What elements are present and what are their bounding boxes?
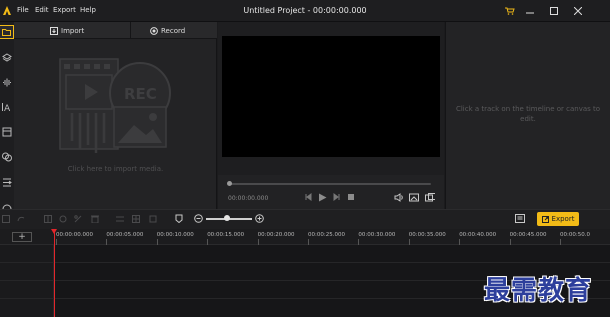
preview-canvas[interactable] [222, 36, 440, 157]
ruler-tick-label: 00:00:45.000 [509, 232, 547, 238]
snapshot-icon[interactable] [409, 192, 419, 202]
tab-divider [130, 22, 131, 39]
adjust-icon[interactable] [115, 213, 125, 224]
element-icon[interactable] [0, 175, 14, 189]
record-icon [150, 26, 158, 35]
import-icon [50, 26, 58, 35]
tab-import-label: Import [61, 26, 85, 35]
prev-frame-icon[interactable] [303, 192, 313, 202]
left-toolbar: A [0, 22, 14, 209]
speed-icon[interactable] [73, 213, 83, 224]
current-timecode: 00:00:00.000 [228, 195, 269, 202]
transition-icon[interactable] [0, 125, 14, 139]
import-placeholder-illustration[interactable]: REC [58, 57, 178, 157]
tab-record-label: Record [161, 26, 186, 35]
ruler-tick-label: 00:00:25.000 [308, 232, 345, 238]
watermark-text: 最需教育 [484, 276, 593, 306]
ruler-tick-label: 00:00:10.000 [156, 232, 194, 238]
filter-icon[interactable] [0, 150, 14, 164]
close-button[interactable] [568, 3, 588, 19]
minimize-button[interactable] [520, 3, 540, 19]
ruler-tick-label: 00:00:35.000 [408, 232, 446, 238]
audio-wave-icon[interactable] [0, 75, 14, 89]
rec-badge-text: REC [124, 85, 157, 103]
marker-icon[interactable] [174, 213, 184, 224]
crop-icon[interactable] [58, 213, 68, 224]
app-logo-icon [3, 6, 11, 15]
playhead[interactable] [54, 230, 55, 317]
media-tabs: Import Record [14, 22, 217, 39]
tab-import[interactable]: Import [50, 22, 84, 39]
ruler-tick-label: 00:00:20.000 [257, 232, 295, 238]
delete-icon[interactable] [90, 213, 100, 224]
maximize-button[interactable] [544, 3, 564, 19]
playhead-handle[interactable] [51, 229, 57, 234]
volume-icon[interactable] [394, 192, 404, 202]
split-icon[interactable] [43, 213, 53, 224]
freeze-icon[interactable] [148, 213, 158, 224]
tab-record[interactable]: Record [150, 22, 185, 39]
menu-help[interactable]: Help [80, 6, 96, 14]
ruler-tick-label: 00:00:00.000 [56, 232, 93, 238]
text-icon[interactable]: A [0, 100, 14, 114]
mosaic-icon[interactable] [131, 213, 141, 224]
settings-list-icon[interactable] [515, 213, 525, 224]
layers-icon[interactable] [0, 50, 14, 64]
playback-progress-bar[interactable] [229, 183, 431, 185]
zoom-in-icon[interactable] [254, 213, 264, 224]
zoom-out-icon[interactable] [193, 213, 203, 224]
properties-hint: Click a track on the timeline or canvas … [455, 105, 601, 123]
ruler-tick-label: 00:00:50.0 [560, 232, 590, 238]
ruler-tick-label: 00:00:30.000 [358, 232, 396, 238]
track-divider [0, 262, 610, 263]
svg-text:A: A [4, 104, 11, 112]
export-icon [541, 215, 549, 223]
zoom-slider-handle[interactable] [223, 215, 230, 221]
next-frame-icon[interactable] [332, 192, 342, 202]
menu-file[interactable]: File [17, 6, 29, 14]
ruler-tick-label: 00:00:15.000 [207, 232, 245, 238]
export-button[interactable]: Export [537, 212, 579, 226]
import-hint[interactable]: Click here to import media. [14, 165, 217, 173]
play-button[interactable] [317, 192, 327, 202]
menu-edit[interactable]: Edit [35, 6, 49, 14]
add-track-button[interactable]: + [12, 232, 32, 242]
ruler-tick-label: 00:00:40.000 [459, 232, 497, 238]
redo-icon[interactable] [16, 213, 26, 224]
fullscreen-icon[interactable] [425, 192, 435, 202]
ruler-tick-label: 00:00:05.000 [106, 232, 144, 238]
export-label: Export [551, 215, 575, 223]
cart-icon[interactable] [500, 3, 520, 19]
media-folder-icon[interactable] [0, 25, 14, 39]
progress-handle[interactable] [227, 181, 232, 186]
track-headers [0, 245, 54, 317]
undo-icon[interactable] [1, 213, 11, 224]
menu-export[interactable]: Export [53, 6, 76, 14]
stop-button[interactable] [346, 192, 356, 202]
